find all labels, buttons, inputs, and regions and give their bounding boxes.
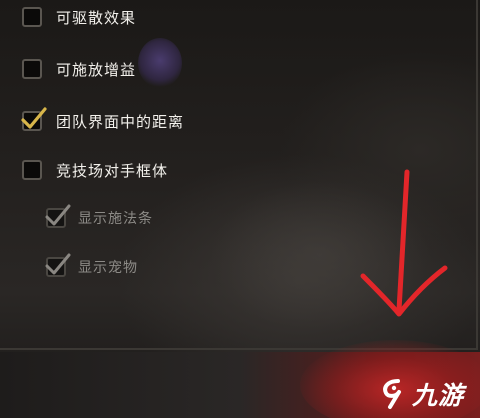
jiuyou-logo: 九游 xyxy=(378,374,464,414)
checkbox-checked-disabled[interactable] xyxy=(45,204,71,228)
jiuyou-logo-icon xyxy=(383,379,401,409)
option-castable-buffs[interactable]: 可施放增益 xyxy=(22,56,136,82)
logo-text: 九游 xyxy=(412,381,465,410)
checkbox[interactable] xyxy=(22,160,42,180)
option-label: 团队界面中的距离 xyxy=(56,112,185,131)
option-show-pets[interactable]: 显示宠物 xyxy=(45,253,138,280)
option-arena-frames[interactable]: 竞技场对手框体 xyxy=(22,157,168,183)
option-dispellable-effects[interactable]: 可驱散效果 xyxy=(22,4,136,30)
option-raid-range[interactable]: 团队界面中的距离 xyxy=(21,107,185,134)
option-show-castbar[interactable]: 显示施法条 xyxy=(45,204,153,231)
option-label: 可驱散效果 xyxy=(56,8,137,27)
option-label: 竞技场对手框体 xyxy=(56,161,169,180)
option-label: 显示施法条 xyxy=(78,211,153,227)
checkmark-icon xyxy=(21,107,47,129)
checkmark-icon xyxy=(45,253,71,275)
checkmark-icon xyxy=(45,204,71,226)
option-label: 显示宠物 xyxy=(78,260,138,276)
red-arrow-down-icon xyxy=(360,169,448,317)
option-label: 可施放增益 xyxy=(56,60,137,79)
background-figure xyxy=(138,38,182,88)
checkbox-checked[interactable] xyxy=(21,107,47,131)
checkbox[interactable] xyxy=(22,7,42,27)
checkbox-checked-disabled[interactable] xyxy=(45,253,71,277)
checkbox[interactable] xyxy=(22,59,42,79)
screenshot: 可驱散效果 可施放增益 团队界面中的距离 竞技场对手框体 显示施法条 显示宠物 … xyxy=(0,0,480,418)
